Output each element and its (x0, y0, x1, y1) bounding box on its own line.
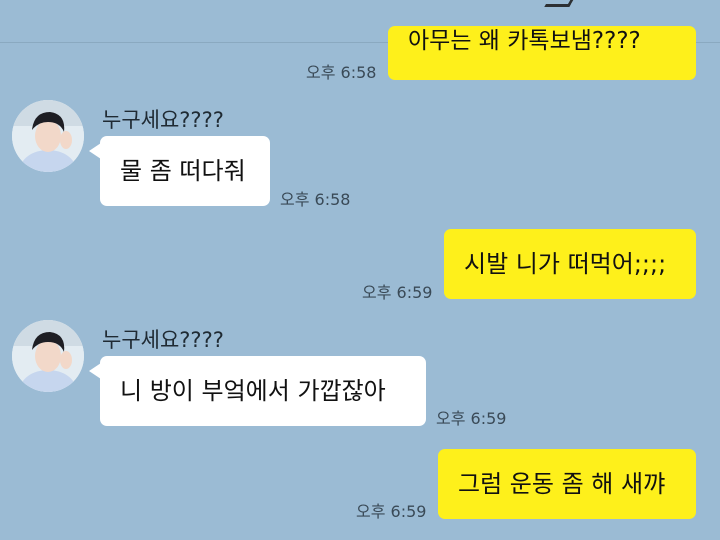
message-text: 니 방이 부엌에서 가깝잖아 (120, 377, 386, 405)
avatar[interactable] (12, 100, 84, 172)
message-text: 물 좀 떠다줘 (120, 157, 246, 185)
message-time: 오후 6:58 (280, 190, 351, 209)
other-message-bubble[interactable]: 물 좀 떠다줘 (100, 136, 270, 206)
message-text: 그럼 운동 좀 해 새꺄 (458, 470, 666, 498)
message-text: 시발 니가 떠먹어;;;; (464, 250, 667, 278)
avatar[interactable] (12, 320, 84, 392)
header-partial-glyph (544, 0, 577, 7)
profile-photo-icon (12, 320, 84, 392)
message-time: 오후 6:58 (306, 63, 377, 82)
my-message-bubble[interactable]: 아무는 왜 카톡보냄???? (388, 26, 696, 80)
message-time: 오후 6:59 (356, 502, 427, 521)
my-message-bubble[interactable]: 그럼 운동 좀 해 새꺄 (438, 449, 696, 519)
other-message-bubble[interactable]: 니 방이 부엌에서 가깝잖아 (100, 356, 426, 426)
sender-name: 누구세요???? (102, 328, 224, 352)
my-message-bubble[interactable]: 시발 니가 떠먹어;;;; (444, 229, 696, 299)
message-time: 오후 6:59 (362, 283, 433, 302)
sender-name: 누구세요???? (102, 108, 224, 132)
message-time: 오후 6:59 (436, 409, 507, 428)
message-text: 아무는 왜 카톡보냄???? (408, 27, 641, 54)
profile-photo-icon (12, 100, 84, 172)
